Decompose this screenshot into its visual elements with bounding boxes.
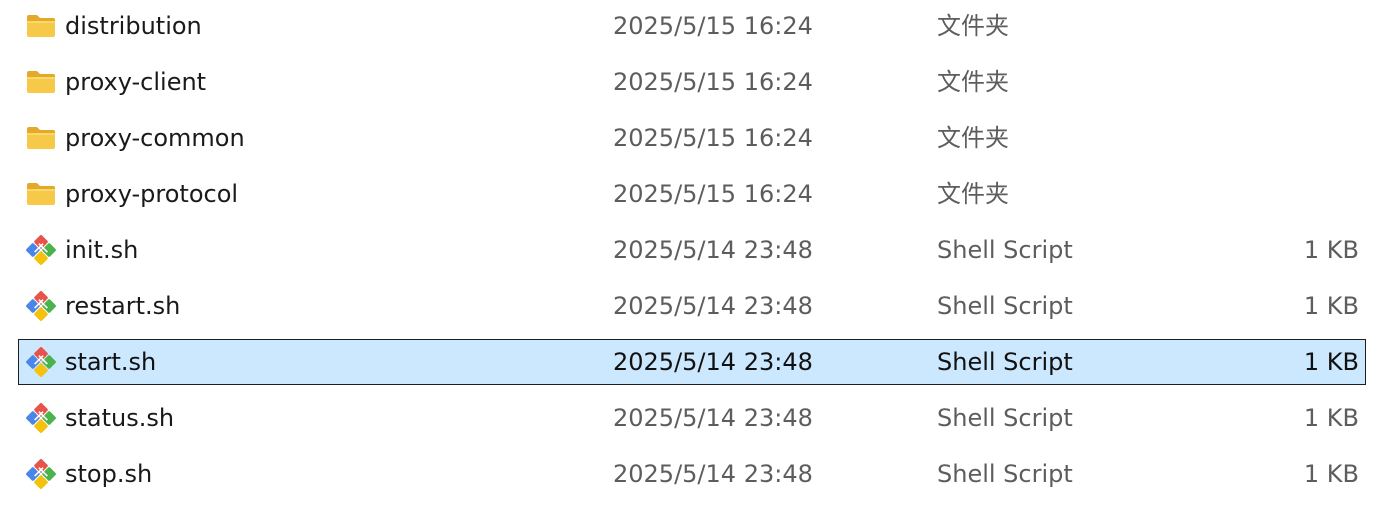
shell-script-icon <box>25 235 57 265</box>
file-date: 2025/5/14 23:48 <box>613 292 813 320</box>
file-row-proxy-protocol[interactable]: proxy-protocol 2025/5/15 16:24 文件夹 <box>18 171 1366 217</box>
file-name: proxy-protocol <box>65 180 239 208</box>
folder-icon <box>25 11 57 41</box>
file-name: proxy-common <box>65 124 245 152</box>
file-date: 2025/5/14 23:48 <box>613 404 813 432</box>
file-date: 2025/5/15 16:24 <box>613 180 813 208</box>
file-date: 2025/5/14 23:48 <box>613 460 813 488</box>
shell-script-icon <box>25 347 57 377</box>
file-name: init.sh <box>65 236 139 264</box>
file-name: distribution <box>65 12 202 40</box>
file-date: 2025/5/15 16:24 <box>613 12 813 40</box>
file-type: Shell Script <box>937 348 1073 376</box>
file-type: 文件夹 <box>937 124 1009 152</box>
folder-icon <box>25 67 57 97</box>
shell-script-icon <box>25 403 57 433</box>
file-row-distribution[interactable]: distribution 2025/5/15 16:24 文件夹 <box>18 3 1366 49</box>
file-name: restart.sh <box>65 292 181 320</box>
file-row-restart-sh[interactable]: restart.sh 2025/5/14 23:48 Shell Script … <box>18 283 1366 329</box>
file-row-proxy-client[interactable]: proxy-client 2025/5/15 16:24 文件夹 <box>18 59 1366 105</box>
file-date: 2025/5/14 23:48 <box>613 236 813 264</box>
file-type: 文件夹 <box>937 68 1009 96</box>
file-date: 2025/5/15 16:24 <box>613 124 813 152</box>
folder-icon <box>25 123 57 153</box>
file-row-status-sh[interactable]: status.sh 2025/5/14 23:48 Shell Script 1… <box>18 395 1366 441</box>
file-list: distribution 2025/5/15 16:24 文件夹 proxy-c… <box>0 0 1384 505</box>
file-date: 2025/5/14 23:48 <box>613 348 813 376</box>
file-size: 1 KB <box>1303 292 1359 320</box>
file-type: Shell Script <box>937 404 1073 432</box>
file-name: start.sh <box>65 348 157 376</box>
file-row-stop-sh[interactable]: stop.sh 2025/5/14 23:48 Shell Script 1 K… <box>18 451 1366 497</box>
file-size: 1 KB <box>1303 404 1359 432</box>
file-size: 1 KB <box>1303 236 1359 264</box>
file-name: proxy-client <box>65 68 207 96</box>
file-type: Shell Script <box>937 236 1073 264</box>
file-size: 1 KB <box>1303 348 1359 376</box>
shell-script-icon <box>25 291 57 321</box>
file-row-proxy-common[interactable]: proxy-common 2025/5/15 16:24 文件夹 <box>18 115 1366 161</box>
file-type: Shell Script <box>937 292 1073 320</box>
file-type: 文件夹 <box>937 180 1009 208</box>
file-date: 2025/5/15 16:24 <box>613 68 813 96</box>
file-name: stop.sh <box>65 460 153 488</box>
folder-icon <box>25 179 57 209</box>
shell-script-icon <box>25 459 57 489</box>
file-row-init-sh[interactable]: init.sh 2025/5/14 23:48 Shell Script 1 K… <box>18 227 1366 273</box>
file-name: status.sh <box>65 404 175 432</box>
file-type: Shell Script <box>937 460 1073 488</box>
file-size: 1 KB <box>1303 460 1359 488</box>
file-row-start-sh[interactable]: start.sh 2025/5/14 23:48 Shell Script 1 … <box>18 339 1366 385</box>
file-type: 文件夹 <box>937 12 1009 40</box>
